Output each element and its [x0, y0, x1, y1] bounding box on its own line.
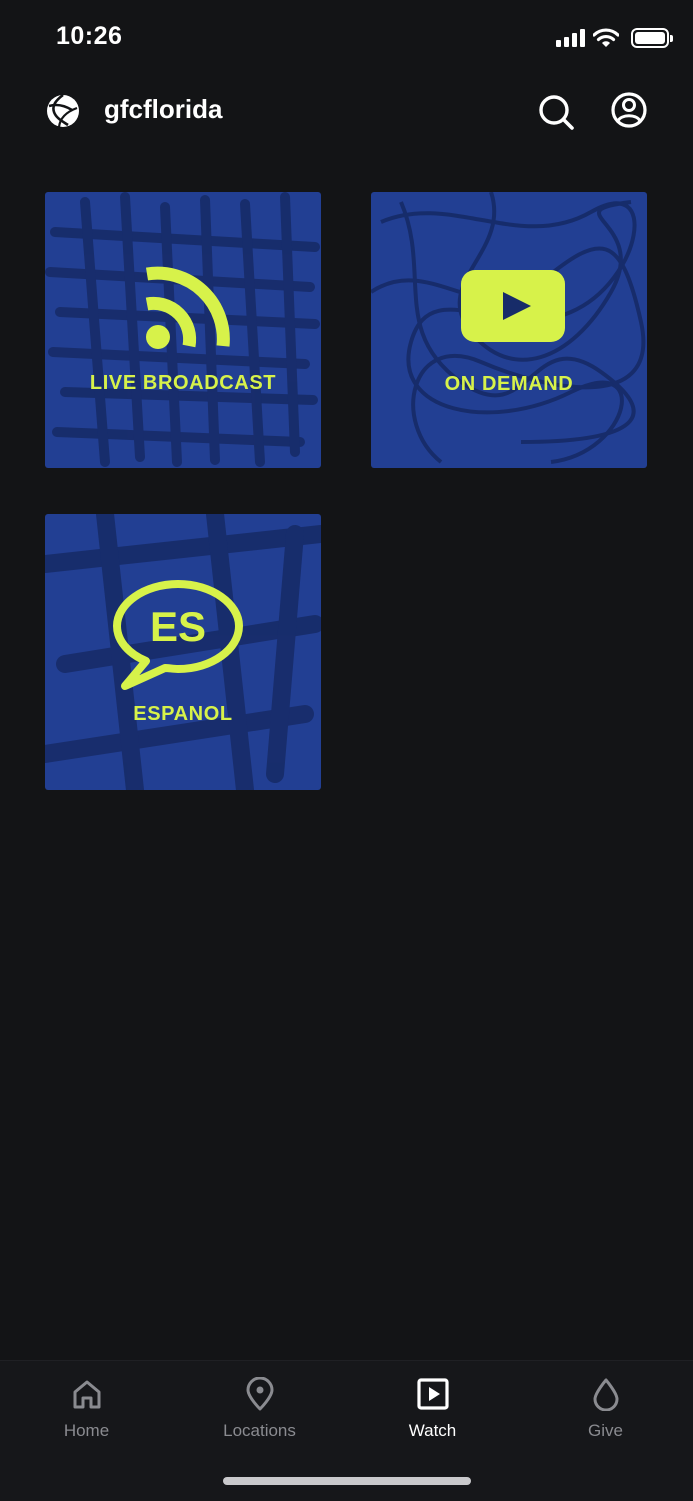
tab-give[interactable]: Give: [519, 1361, 692, 1461]
play-square-icon: [416, 1378, 449, 1410]
tile-label: LIVE BROADCAST: [89, 372, 277, 394]
status-time: 10:26: [56, 22, 123, 50]
app-title: gfcflorida: [104, 94, 223, 124]
home-icon: [73, 1380, 100, 1409]
status-icons: [556, 28, 673, 48]
speech-bubble-icon: ES: [113, 580, 243, 690]
drop-icon: [593, 1378, 618, 1411]
search-button[interactable]: [534, 90, 578, 134]
profile-button[interactable]: [607, 90, 651, 134]
battery-icon: [631, 28, 673, 48]
home-indicator: [223, 1477, 471, 1485]
tab-label: Watch: [408, 1421, 457, 1440]
tab-label: Give: [588, 1421, 623, 1440]
espanol-tile[interactable]: ES ESPANOL: [45, 514, 321, 790]
logo-icon: [47, 94, 79, 128]
tab-home[interactable]: Home: [0, 1361, 173, 1461]
espanol-badge: ES: [150, 603, 206, 650]
location-pin-icon: [246, 1377, 273, 1411]
tile-label: ESPANOL: [133, 703, 233, 725]
live-broadcast-tile[interactable]: LIVE BROADCAST: [45, 192, 321, 468]
tile-label: ON DEMAND: [444, 373, 574, 395]
rss-icon: [145, 266, 230, 349]
on-demand-tile[interactable]: ON DEMAND: [371, 192, 647, 468]
tab-watch[interactable]: Watch: [346, 1361, 519, 1461]
search-icon: [539, 95, 574, 130]
app-header: gfcflorida: [0, 80, 693, 144]
status-bar: 10:26: [0, 0, 693, 80]
tab-label: Home: [63, 1421, 110, 1440]
cellular-signal-icon: [556, 29, 585, 47]
tab-label: Locations: [223, 1421, 296, 1440]
wifi-icon: [593, 28, 619, 47]
user-icon: [611, 92, 647, 128]
tab-locations[interactable]: Locations: [173, 1361, 346, 1461]
play-icon: [461, 270, 565, 342]
